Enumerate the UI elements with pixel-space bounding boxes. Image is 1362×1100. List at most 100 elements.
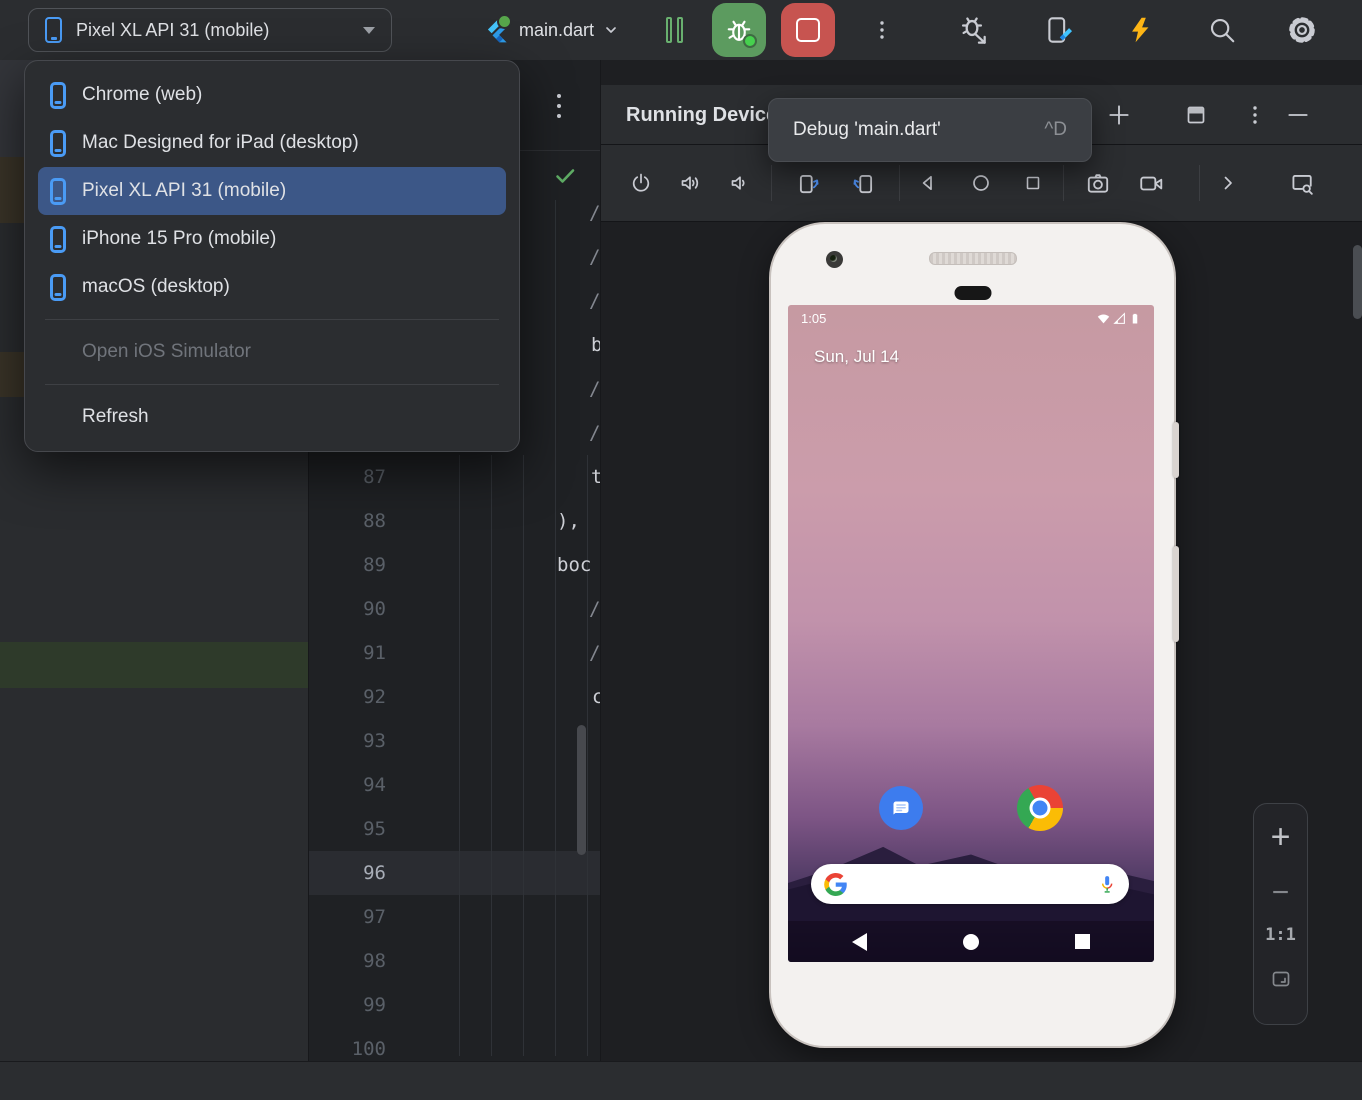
search-everywhere-button[interactable] — [1206, 14, 1238, 46]
rotate-right-icon — [853, 175, 873, 194]
screen-search-button[interactable] — [1288, 170, 1314, 196]
overview-icon[interactable] — [1075, 934, 1090, 949]
hide-icon — [1288, 114, 1308, 116]
tooltip-text: Debug 'main.dart' — [793, 119, 941, 140]
google-search-bar[interactable] — [811, 864, 1129, 904]
device-phone-icon — [50, 225, 66, 253]
menu-item-label: Chrome (web) — [82, 84, 203, 105]
volume-down-button[interactable] — [728, 170, 754, 196]
line-number-90[interactable]: 90 — [309, 587, 386, 631]
android-back-button[interactable] — [915, 170, 941, 196]
power-button[interactable] — [628, 170, 654, 196]
rotate-right-button[interactable] — [850, 170, 876, 196]
chat-bubble-icon — [893, 801, 909, 815]
tooltip-shortcut: ^D — [1044, 119, 1067, 140]
menu-item-macos-desktop[interactable]: macOS (desktop) — [38, 263, 506, 311]
line-number-91[interactable]: 91 — [309, 631, 386, 675]
status-time: 1:05 — [801, 310, 827, 326]
line-number-89[interactable]: 89 — [309, 543, 386, 587]
back-icon[interactable] — [852, 932, 867, 951]
editor-options-button[interactable] — [547, 88, 571, 124]
pause-button[interactable] — [658, 14, 690, 46]
screen-record-button[interactable] — [1138, 170, 1164, 196]
device-phone-icon — [45, 17, 62, 43]
more-options-button[interactable] — [866, 14, 898, 46]
home-icon[interactable] — [963, 933, 979, 950]
messages-app-icon[interactable] — [879, 786, 923, 830]
line-number-95[interactable]: 95 — [309, 807, 386, 851]
menu-item-open-ios-simulator: Open iOS Simulator — [38, 328, 506, 376]
menu-item-label: Open iOS Simulator — [82, 341, 251, 362]
line-number-88[interactable]: 88 — [309, 499, 386, 543]
debug-button[interactable] — [712, 3, 766, 57]
zoom-actual-size-button[interactable]: 1:1 — [1254, 925, 1307, 945]
android-home-button[interactable] — [968, 170, 994, 196]
code-fragment: / — [589, 246, 601, 268]
menu-item-iphone-15-pro-mobile[interactable]: iPhone 15 Pro (mobile) — [38, 215, 506, 263]
main-toolbar: Pixel XL API 31 (mobile) main.dart — [0, 0, 1362, 60]
line-number-97[interactable]: 97 — [309, 895, 386, 939]
menu-item-pixel-xl-api-31-mobile[interactable]: Pixel XL API 31 (mobile) — [38, 167, 506, 215]
code-fragment: / — [589, 290, 601, 312]
inspections-status-widget[interactable] — [553, 164, 577, 188]
status-icons — [1097, 311, 1141, 325]
indent-guide — [523, 455, 524, 1056]
line-number-94[interactable]: 94 — [309, 763, 386, 807]
device-dropdown-menu: Chrome (web) Mac Designed for iPad (deskt… — [24, 60, 520, 452]
hot-reload-button[interactable] — [1124, 14, 1156, 46]
more-vertical-icon — [1253, 106, 1257, 124]
code-fragment: / — [589, 642, 601, 664]
code-fragment: / — [589, 422, 601, 444]
search-icon — [1210, 18, 1235, 43]
attach-debugger-button[interactable] — [958, 14, 990, 46]
hot-reload-lightning-icon — [1132, 17, 1149, 43]
hide-panel-button[interactable] — [1285, 102, 1311, 128]
volume-up-button[interactable] — [678, 170, 704, 196]
check-icon — [556, 169, 575, 183]
line-number-92[interactable]: 92 — [309, 675, 386, 719]
phone-screen[interactable]: 1:05 Sun, Jul 14 — [788, 305, 1154, 962]
phone-status-bar: 1:05 — [788, 305, 1154, 331]
indent-guide — [555, 200, 556, 455]
android-nav-bar — [788, 921, 1154, 962]
screenshot-button[interactable] — [1085, 170, 1111, 196]
device-phone-icon — [50, 81, 66, 109]
code-fragment: boc — [557, 554, 592, 576]
flutter-device-button[interactable] — [1042, 14, 1074, 46]
run-configuration-selector[interactable]: main.dart — [484, 10, 619, 50]
settings-button[interactable] — [1286, 14, 1318, 46]
rotate-left-button[interactable] — [796, 170, 822, 196]
chrome-app-icon[interactable] — [1017, 785, 1063, 831]
tree-row-highlight-green — [0, 642, 308, 688]
run-config-label: main.dart — [519, 19, 595, 40]
toolbar-separator — [1063, 165, 1064, 201]
line-number-99[interactable]: 99 — [309, 983, 386, 1027]
volume-down-icon — [731, 176, 745, 190]
menu-item-chrome-web[interactable]: Chrome (web) — [38, 71, 506, 119]
panel-scrollbar-thumb[interactable] — [1353, 245, 1362, 319]
zoom-out-button[interactable]: − — [1254, 876, 1307, 910]
line-number-93[interactable]: 93 — [309, 719, 386, 763]
device-selector-button[interactable]: Pixel XL API 31 (mobile) — [28, 8, 392, 52]
layout-options-button[interactable] — [1183, 102, 1209, 128]
expand-toolbar-button[interactable] — [1215, 170, 1241, 196]
line-number-96[interactable]: 96 — [309, 851, 386, 895]
zoom-in-button[interactable]: + — [1254, 818, 1307, 857]
running-devices-panel: Running Devices 1:05 Sun, Jul 14 + − 1:1 — [600, 60, 1362, 1061]
line-number-87[interactable]: 87 — [309, 455, 386, 499]
chrome-center — [1032, 800, 1048, 816]
settings-gear-icon — [1289, 17, 1315, 43]
toolbar-separator — [771, 165, 772, 201]
cellular-icon — [1113, 311, 1125, 324]
stop-button[interactable] — [781, 3, 835, 57]
panel-options-button[interactable] — [1242, 102, 1268, 128]
editor-scrollbar-thumb[interactable] — [577, 725, 586, 855]
device-phone-icon — [50, 177, 66, 205]
menu-item-mac-designed-for-ipad-desktop[interactable]: Mac Designed for iPad (desktop) — [38, 119, 506, 167]
menu-item-refresh[interactable]: Refresh — [38, 393, 506, 441]
zoom-fit-button[interactable] — [1254, 967, 1307, 991]
android-overview-button[interactable] — [1020, 170, 1046, 196]
fit-to-window-icon — [1272, 971, 1289, 987]
add-device-button[interactable] — [1106, 102, 1132, 128]
line-number-98[interactable]: 98 — [309, 939, 386, 983]
